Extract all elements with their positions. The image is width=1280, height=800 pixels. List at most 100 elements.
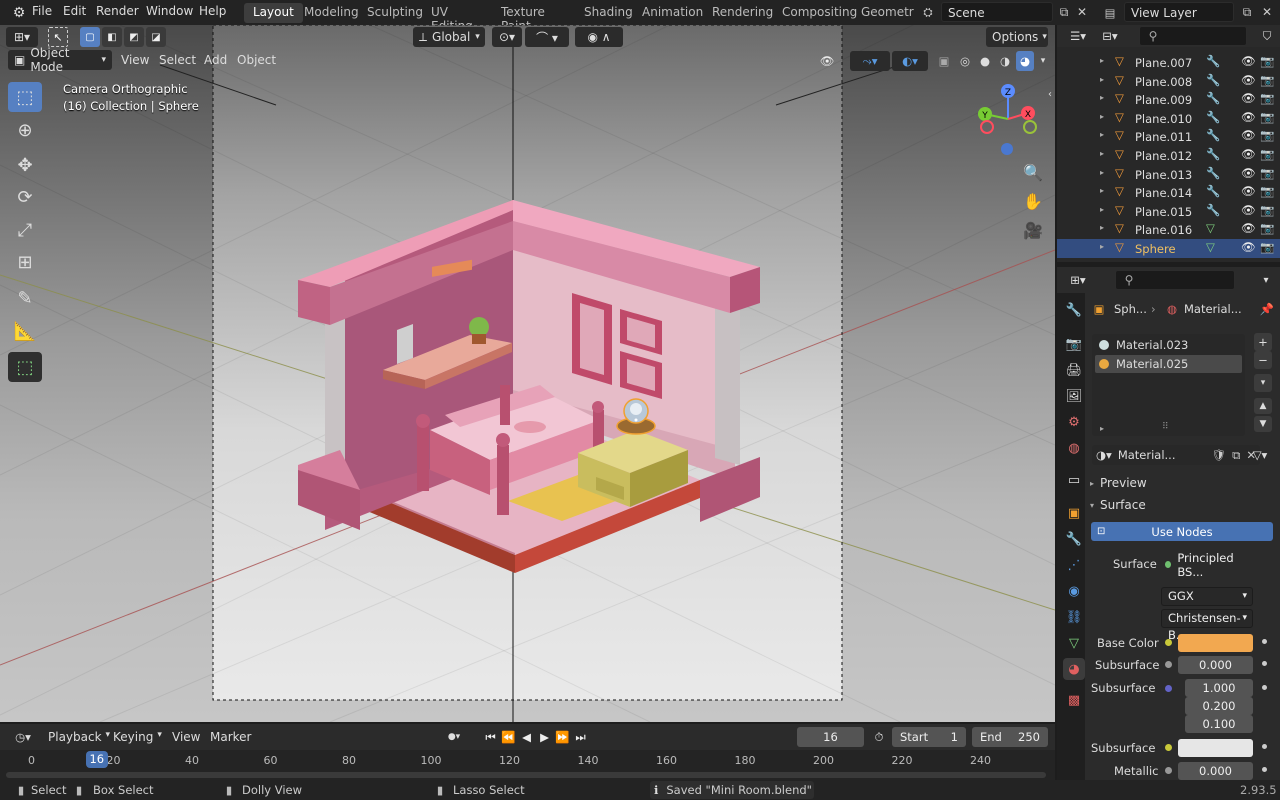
auto-keying-icon[interactable]: ●▾ [441,727,467,747]
camera-render-icon[interactable]: 📷 [1260,54,1274,68]
xray-icon[interactable]: ▣ [934,51,954,71]
distribution-dropdown[interactable]: GGX ▾ [1161,587,1253,606]
duplicate-icon[interactable]: ⧉ [1232,448,1240,463]
start-frame-field[interactable]: Start 1 [892,727,966,747]
rotate-tool-icon[interactable]: ⟳ [8,182,42,212]
measure-tool-icon[interactable]: 📐 [8,316,42,346]
list-item[interactable]: Material.023 [1095,336,1242,354]
world-tab-icon[interactable]: ◍ [1063,437,1085,459]
cursor-tool-icon[interactable]: ⊕ [8,115,42,145]
display-mode-icon[interactable]: ⊟▾ [1097,27,1123,45]
subsurface-method-dropdown[interactable]: Christensen-B... ▾ [1161,609,1253,642]
eye-icon[interactable]: 👁 [1241,240,1256,254]
tab-layout[interactable]: Layout [244,3,303,23]
expand-icon[interactable]: ▸ [1100,56,1104,65]
camera-render-icon[interactable]: 📷 [1260,184,1274,198]
select-mode-icon[interactable]: ↖ [48,27,68,47]
menu-edit[interactable]: Edit [63,4,86,18]
eye-icon[interactable]: 👁 [1241,147,1256,161]
tab-geometry-nodes[interactable]: Geometr [852,3,923,23]
move-tool-icon[interactable]: ✥ [8,150,42,180]
outliner-row[interactable]: ▸ ▽ Plane.007 🔧 👁 📷 [1057,53,1280,72]
new-scene-icon[interactable]: ⧉ [1055,3,1073,21]
wireframe-shading-icon[interactable]: ◎ [956,51,974,71]
overlay-toggle-icon[interactable]: ◐▾ [892,51,928,71]
modifier-icon[interactable]: 🔧 [1206,166,1220,180]
radius-x-field[interactable]: 1.000 [1185,679,1253,697]
jump-end-icon[interactable]: ⏭ [572,727,589,747]
object-name[interactable]: Plane.012 [1135,149,1192,163]
tab-sculpting[interactable]: Sculpting [358,3,432,23]
remove-slot-icon[interactable]: − [1254,351,1272,369]
outliner-row[interactable]: ▸ ▽ Plane.009 🔧 👁 📷 [1057,90,1280,109]
outliner-row[interactable]: ▸ ▽ Plane.008 🔧 👁 📷 [1057,72,1280,91]
object-name[interactable]: Plane.007 [1135,56,1192,70]
tab-animation[interactable]: Animation [633,3,712,23]
zoom-icon[interactable]: 🔍 [1020,159,1046,185]
scene-icon[interactable]: ⛭ [915,3,941,22]
modifier-icon[interactable]: 🔧 [1206,91,1220,105]
object-name[interactable]: Sphere [1135,242,1176,256]
outliner-editor-icon[interactable]: ☰▾ [1065,27,1091,45]
menu-object[interactable]: Object [237,53,276,67]
outliner-row[interactable]: ▸ ▽ Sphere ▽ 👁 📷 [1057,239,1280,258]
physics-tab-icon[interactable]: ◉ [1063,580,1085,602]
camera-render-icon[interactable]: 📷 [1260,128,1274,142]
menu-add[interactable]: Add [204,53,227,67]
camera-render-icon[interactable]: 📷 [1260,240,1274,254]
outliner-row[interactable]: ▸ ▽ Plane.010 🔧 👁 📷 [1057,109,1280,128]
render-tab-icon[interactable]: 📷 [1063,333,1085,355]
blender-logo-icon[interactable]: ⚙ [6,3,32,22]
outliner-row[interactable]: ▸ ▽ Plane.013 🔧 👁 📷 [1057,165,1280,184]
delete-scene-icon[interactable]: ✕ [1074,3,1090,21]
menu-view[interactable]: View [121,53,149,67]
camera-render-icon[interactable]: 📷 [1260,110,1274,124]
modifier-icon[interactable]: 🔧 [1206,54,1220,68]
outliner-row[interactable]: ▸ ▽ Plane.012 🔧 👁 📷 [1057,146,1280,165]
keyframe-dot-icon[interactable] [1262,661,1267,666]
outliner-search-input[interactable]: ⚲ [1139,26,1247,46]
keyframe-dot-icon[interactable] [1262,767,1267,772]
view-layer-icon[interactable]: ▤ [1097,3,1123,22]
preview-panel-header[interactable]: ▸ Preview [1090,473,1280,493]
invert-selection-icon[interactable]: ◪ [146,27,166,47]
object-name[interactable]: Plane.015 [1135,205,1192,219]
slot-specials-icon[interactable]: ▾ [1254,374,1272,392]
marker-menu[interactable]: Marker [210,730,251,744]
tab-shading[interactable]: Shading [575,3,642,23]
gizmo-toggle-icon[interactable]: ⤳▾ [850,51,890,71]
subsurface-field[interactable]: 0.000 [1178,656,1253,674]
rendered-shading-icon[interactable]: ◕ [1016,51,1034,71]
eye-icon[interactable]: 👁 [1241,73,1256,87]
object-tab-icon[interactable]: ▣ [1063,502,1085,524]
eye-icon[interactable]: 👁 [1241,166,1256,180]
properties-editor-icon[interactable]: ⊞▾ [1065,271,1091,289]
visibility-icon[interactable]: 👁 [816,52,838,70]
tab-modeling[interactable]: Modeling [295,3,368,23]
timeline-view-menu[interactable]: View [172,730,200,744]
object-name[interactable]: Plane.016 [1135,223,1192,237]
timeline-editor-icon[interactable]: ◷▾ [8,727,38,747]
modifier-icon[interactable]: 🔧 [1206,110,1220,124]
sidebar-toggle-icon[interactable]: ‹ [1045,87,1055,101]
radius-y-field[interactable]: 0.200 [1185,697,1253,715]
transform-orientation[interactable]: ⟂ Global ▾ [413,27,485,47]
outliner-row[interactable]: ▸ ▽ Plane.015 🔧 👁 📷 [1057,202,1280,221]
object-name[interactable]: Plane.008 [1135,75,1192,89]
outliner-row[interactable]: ▸ ▽ Plane.014 🔧 👁 📷 [1057,183,1280,202]
material-datablock[interactable]: ◑▾ Material... 🛡 ⧉ ✕ [1092,445,1260,465]
menu-window[interactable]: Window [146,4,193,18]
solid-shading-icon[interactable]: ● [976,51,994,71]
material-tab-icon[interactable]: ◕ [1063,658,1085,680]
radius-z-field[interactable]: 0.100 [1185,715,1253,733]
current-frame-field[interactable]: 16 [797,727,864,747]
tab-rendering[interactable]: Rendering [703,3,782,23]
move-down-icon[interactable]: ▼ [1254,416,1272,432]
pivot-point-icon[interactable]: ⊙▾ [492,27,522,47]
subsurface-color-swatch[interactable] [1178,739,1253,757]
camera-render-icon[interactable]: 📷 [1260,203,1274,217]
preview-range-icon[interactable]: ⏱ [870,727,888,747]
next-keyframe-icon[interactable]: ⏩ [554,727,571,747]
material-preview-icon[interactable]: ◑ [996,51,1014,71]
scene-selector[interactable]: Scene [941,2,1053,22]
